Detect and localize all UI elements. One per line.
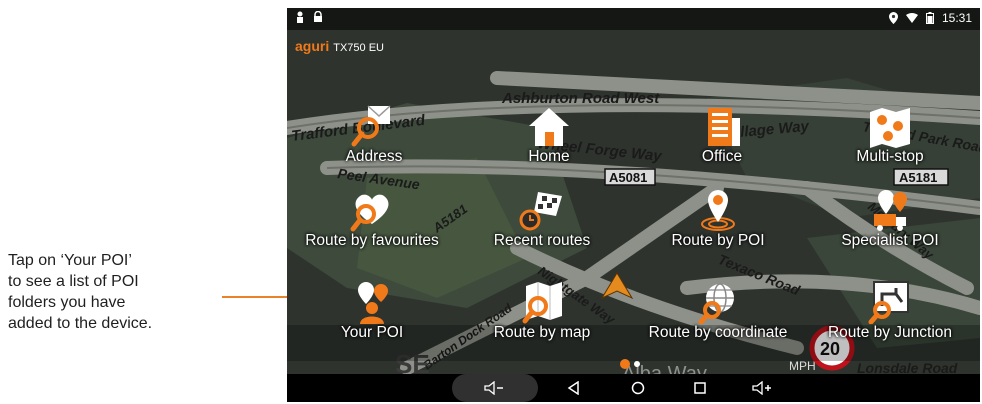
menu-label-home: Home bbox=[528, 148, 570, 165]
menu-label-route-by-map: Route by map bbox=[493, 324, 591, 341]
back-icon bbox=[567, 381, 579, 395]
page-dot-1[interactable] bbox=[620, 359, 630, 369]
menu-item-route-by-coordinate[interactable]: Route by coordinate bbox=[633, 280, 803, 346]
menu-item-route-by-poi[interactable]: Route by POI bbox=[633, 188, 803, 254]
device-screen: Ashburton Road West Trafford Boulevard W… bbox=[287, 8, 980, 402]
callout-line-4: added to the device. bbox=[8, 315, 153, 332]
callout-line-3: folders you have bbox=[8, 294, 126, 311]
menu-label-route-by-poi: Route by POI bbox=[671, 232, 765, 249]
menu-item-recent-routes[interactable]: Recent routes bbox=[457, 188, 627, 254]
menu-item-route-by-junction[interactable]: Route by Junction bbox=[805, 280, 975, 346]
junction-sign-icon bbox=[868, 281, 909, 324]
address-search-icon bbox=[351, 105, 391, 147]
person-icon bbox=[297, 11, 303, 23]
callout-text: Tap on ‘Your POI’ to see a list of POI f… bbox=[8, 250, 218, 334]
poi-pin-icon bbox=[701, 190, 735, 231]
menu-item-your-poi[interactable]: Your POI bbox=[287, 280, 457, 346]
menu-label-route-by-favourites: Route by favourites bbox=[305, 232, 439, 249]
menu-label-specialist-poi: Specialist POI bbox=[841, 232, 939, 249]
menu-item-office[interactable]: Office bbox=[637, 104, 807, 170]
menu-item-home[interactable]: Home bbox=[464, 104, 634, 170]
menu-label-route-by-coordinate: Route by coordinate bbox=[648, 324, 788, 341]
menu-label-your-poi: Your POI bbox=[340, 324, 404, 341]
recents-square-icon bbox=[694, 382, 706, 394]
home-circle-icon bbox=[631, 381, 645, 395]
menu-label-multi-stop: Multi-stop bbox=[856, 148, 924, 165]
location-pin-icon bbox=[888, 12, 898, 24]
menu-item-multi-stop[interactable]: Multi-stop bbox=[805, 104, 975, 170]
menu-label-address: Address bbox=[345, 148, 403, 165]
speed-unit: MPH bbox=[789, 359, 816, 373]
specialist-poi-truck-icon bbox=[874, 190, 907, 231]
device-model: TX750 EU bbox=[333, 42, 384, 54]
page-dot-2[interactable] bbox=[634, 361, 640, 367]
aguri-logo: aguri bbox=[295, 38, 330, 54]
menu-item-address[interactable]: Address bbox=[289, 104, 459, 170]
volume-down-button[interactable] bbox=[477, 377, 511, 399]
page-indicator bbox=[620, 358, 650, 370]
home-icon bbox=[529, 108, 569, 146]
volume-up-button[interactable] bbox=[745, 377, 779, 399]
callout-line-2: to see a list of POI bbox=[8, 273, 139, 290]
menu-item-specialist-poi[interactable]: Specialist POI bbox=[805, 188, 975, 254]
road-sign-a5081: A5081 bbox=[609, 170, 647, 185]
menu-item-route-by-favourites[interactable]: Route by favourites bbox=[287, 188, 457, 254]
menu-label-route-by-junction: Route by Junction bbox=[827, 324, 953, 341]
your-poi-icon bbox=[358, 282, 388, 324]
brand-header: aguri TX750 EU bbox=[295, 38, 384, 54]
route-by-map-icon bbox=[522, 282, 562, 324]
menu-item-route-by-map[interactable]: Route by map bbox=[457, 280, 627, 346]
callout-line-1: Tap on ‘Your POI’ bbox=[8, 252, 132, 269]
recent-routes-flag-icon bbox=[519, 192, 562, 231]
road-sign-a5181: A5181 bbox=[899, 170, 937, 185]
menu-label-office: Office bbox=[701, 148, 743, 165]
status-time: 15:31 bbox=[941, 11, 972, 25]
menu-label-recent-routes: Recent routes bbox=[493, 232, 591, 249]
back-button[interactable] bbox=[557, 377, 591, 399]
recents-button[interactable] bbox=[683, 377, 717, 399]
status-bar: 15:31 bbox=[287, 8, 980, 30]
lock-icon bbox=[314, 11, 322, 22]
volume-down-icon bbox=[484, 381, 503, 395]
home-nav-button[interactable] bbox=[621, 377, 655, 399]
android-nav-bar bbox=[287, 374, 980, 402]
wifi-icon bbox=[905, 13, 918, 23]
favourites-heart-icon bbox=[350, 194, 389, 232]
globe-coordinate-icon bbox=[698, 283, 734, 324]
office-building-icon bbox=[708, 108, 740, 146]
battery-icon bbox=[925, 12, 934, 24]
multi-stop-map-icon bbox=[870, 108, 910, 148]
volume-up-icon bbox=[752, 381, 771, 395]
